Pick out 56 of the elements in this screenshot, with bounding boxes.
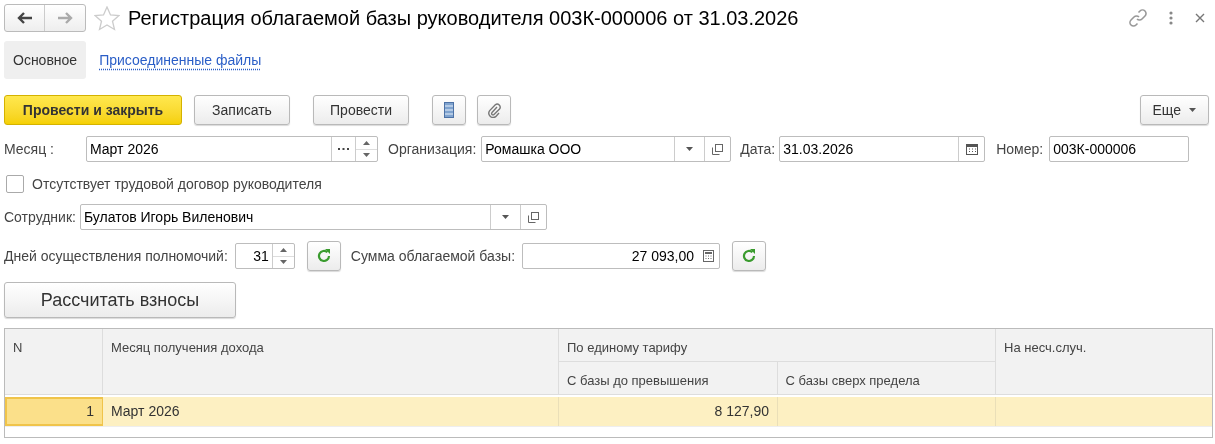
refresh-icon xyxy=(315,248,332,264)
toolbar-button[interactable]: Записать xyxy=(194,95,290,125)
table-row[interactable]: 1 Март 2026 8 127,90 xyxy=(5,397,1212,427)
refresh-icon xyxy=(741,248,758,264)
paperclip-icon[interactable] xyxy=(477,95,511,125)
column-header[interactable]: С базы сверх предела xyxy=(777,362,995,394)
dropdown-icon[interactable] xyxy=(501,215,509,219)
field-label: Сотрудник: xyxy=(4,207,76,227)
link-icon[interactable] xyxy=(1129,9,1147,27)
number-field[interactable]: 003К-000006 xyxy=(1049,136,1190,162)
more-button[interactable]: Еще xyxy=(1139,95,1209,125)
refresh-button[interactable] xyxy=(306,241,341,271)
field-label: Номер: xyxy=(996,139,1044,159)
column-header[interactable]: N xyxy=(5,329,103,394)
column-header[interactable]: На несч.случ. xyxy=(996,329,1205,394)
refresh-button[interactable] xyxy=(732,241,767,271)
tab[interactable]: Присоединенные файлы xyxy=(90,41,271,79)
column-header[interactable]: По единому тарифу xyxy=(559,329,996,362)
close-icon[interactable] xyxy=(1195,13,1205,23)
field-label: Сумма облагаемой базы: xyxy=(350,246,516,266)
sum-field[interactable]: 27 093,00 xyxy=(522,243,721,269)
dropdown-icon[interactable] xyxy=(686,147,694,151)
post-and-close-button[interactable]: Провести и закрыть xyxy=(4,95,182,125)
column-header[interactable]: Месяц получения дохода xyxy=(103,329,559,394)
open-window-icon[interactable] xyxy=(527,211,539,223)
spin-up-icon[interactable] xyxy=(363,140,370,145)
calculator-icon[interactable] xyxy=(702,250,714,262)
toolbar-button[interactable]: Провести xyxy=(313,95,409,125)
back-arrow-icon[interactable] xyxy=(16,12,33,24)
field-label: Месяц : xyxy=(4,139,55,159)
caret-icon xyxy=(1189,108,1196,112)
calendar-icon[interactable] xyxy=(965,143,978,155)
column-header[interactable]: С базы до превышения xyxy=(559,362,778,394)
month-field[interactable]: Март 2026 xyxy=(86,136,378,162)
field-label: Организация: xyxy=(388,139,477,159)
field-label: Дней осуществления полномочий: xyxy=(4,246,228,266)
checkbox-label: Отсутствует трудовой договор руководителя xyxy=(32,174,322,194)
days-field[interactable]: 31 xyxy=(234,243,295,269)
table-cell: 8 127,90 xyxy=(559,397,778,426)
checkbox[interactable] xyxy=(6,175,24,193)
tab[interactable]: Основное xyxy=(4,41,87,79)
open-window-icon[interactable] xyxy=(712,143,724,155)
more-icon[interactable] xyxy=(1169,11,1173,25)
spin-down-icon[interactable] xyxy=(279,260,287,265)
calculate-button[interactable]: Рассчитать взносы xyxy=(4,282,236,318)
spin-up-icon[interactable] xyxy=(279,247,287,252)
employee-field[interactable]: Булатов Игорь Виленович xyxy=(79,204,547,230)
table-cell: 1 xyxy=(5,397,103,426)
date-field[interactable]: 31.03.2026 xyxy=(779,136,986,162)
list-icon[interactable] xyxy=(432,95,466,125)
organization-field[interactable]: Ромашка ООО xyxy=(481,136,732,162)
star-icon[interactable] xyxy=(94,5,120,31)
spin-down-icon[interactable] xyxy=(363,153,370,158)
table-cell: Март 2026 xyxy=(103,397,559,426)
window-title: Регистрация облагаемой базы руководителя 003К-000006 от 31.03.2026 xyxy=(128,6,800,31)
field-label: Дата: xyxy=(740,139,776,159)
